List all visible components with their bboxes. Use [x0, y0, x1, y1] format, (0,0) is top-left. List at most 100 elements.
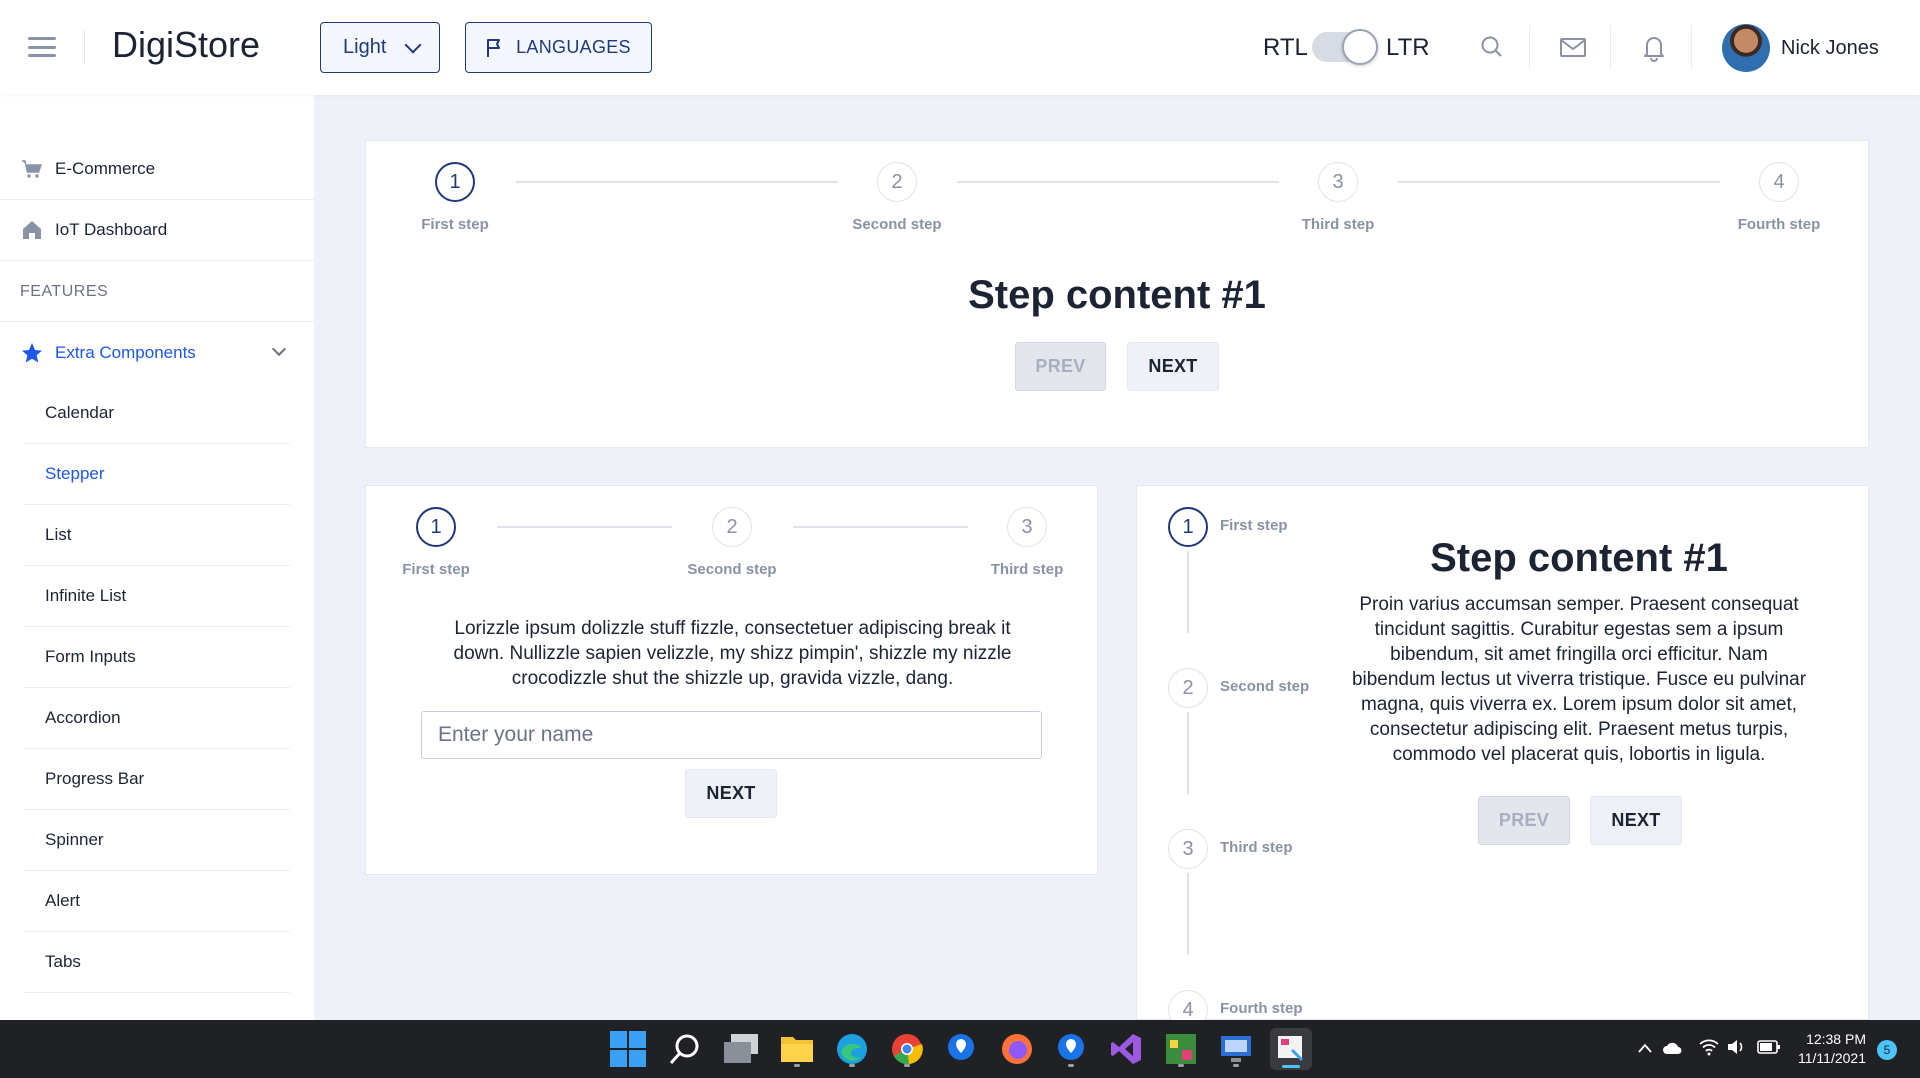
system-clock[interactable]: 12:38 PM 11/11/2021 [1780, 1030, 1866, 1068]
theme-select-value: Light [343, 36, 387, 58]
sidebar-subitem-infinite-list[interactable]: Infinite List [24, 566, 290, 627]
top-header: DigiStore Light LANGUAGES RTL LTR Nick J… [0, 0, 1920, 95]
step-3-label: Third step [1301, 216, 1375, 233]
sidebar-item-extra-components[interactable]: Extra Components [0, 322, 314, 383]
step-description: Lorizzle ipsum dolizzle stuff fizzle, co… [453, 618, 1012, 689]
step-3-circle[interactable]: 3 [1318, 162, 1358, 202]
remote-desktop-icon[interactable] [1215, 1028, 1257, 1070]
step-3-label: Third step [1220, 839, 1293, 856]
brand-divider [84, 30, 85, 64]
step-3-label: Third step [990, 561, 1064, 578]
maps-pin-icon[interactable] [1050, 1028, 1092, 1070]
file-explorer-icon[interactable] [776, 1028, 818, 1070]
sidebar-subitem-label: Progress Bar [45, 769, 145, 788]
chevron-down-icon [271, 341, 287, 357]
prev-button[interactable]: PREV [1478, 796, 1570, 845]
step-1-circle[interactable]: 1 [435, 162, 475, 202]
cart-icon [22, 160, 43, 178]
wifi-icon[interactable] [1699, 1038, 1719, 1056]
name-input[interactable] [421, 711, 1042, 759]
horizontal-stepper-card: 1 First step 2 Second step 3 Third step … [365, 140, 1869, 448]
sidebar-scrollbar[interactable] [314, 95, 320, 735]
step-2-circle[interactable]: 2 [877, 162, 917, 202]
sidebar-item-label: E-Commerce [55, 159, 156, 178]
step-content-title: Step content #1 [968, 273, 1266, 317]
search-icon[interactable] [664, 1028, 706, 1070]
languages-label: LANGUAGES [516, 37, 631, 57]
edge-icon[interactable] [831, 1028, 873, 1070]
taskbar [0, 1020, 1920, 1078]
sidebar-subitem-label: Spinner [45, 830, 104, 849]
sidebar-subitem-label: Infinite List [45, 586, 127, 605]
step-connector [516, 181, 838, 183]
task-view-icon[interactable] [720, 1028, 762, 1070]
step-connector [1187, 551, 1189, 633]
header-divider [1691, 25, 1692, 69]
languages-button[interactable]: LANGUAGES [465, 22, 652, 73]
maps-pin-icon[interactable] [940, 1028, 982, 1070]
next-button[interactable]: NEXT [1127, 342, 1219, 391]
flag-icon [487, 38, 501, 57]
next-button[interactable]: NEXT [685, 769, 777, 818]
user-name[interactable]: Nick Jones [1781, 37, 1879, 60]
sidebar-subitem-list[interactable]: List [24, 505, 290, 566]
sidebar-subitem-spinner[interactable]: Spinner [24, 810, 290, 871]
sidebar-item-label: Extra Components [55, 342, 196, 362]
chrome-icon[interactable] [886, 1028, 928, 1070]
search-icon[interactable] [1475, 30, 1509, 64]
clock-time: 12:38 PM [1806, 1031, 1866, 1047]
sidebar-section-label: FEATURES [20, 283, 109, 300]
next-button[interactable]: NEXT [1590, 796, 1682, 845]
vertical-stepper-card: 1 First step 2 Second step 3 Third step … [1136, 485, 1869, 1030]
step-1-circle[interactable]: 1 [416, 507, 456, 547]
direction-toggle[interactable] [1312, 29, 1378, 65]
step-2-circle[interactable]: 2 [1168, 668, 1208, 708]
step-connector [1398, 181, 1720, 183]
step-2-label: Second step [687, 561, 777, 578]
step-3-circle[interactable]: 3 [1007, 507, 1047, 547]
sidebar: E-Commerce IoT Dashboard FEATURES Extra … [0, 95, 314, 1020]
step-1-circle[interactable]: 1 [1168, 507, 1208, 547]
step-1-label: First step [402, 561, 470, 578]
sidebar-subitem-label: List [45, 525, 72, 544]
step-2-label: Second step [852, 216, 942, 233]
step-4-label: Fourth step [1737, 216, 1821, 233]
battery-icon[interactable] [1757, 1039, 1781, 1055]
sidebar-subitem-stepper[interactable]: Stepper [24, 444, 290, 505]
volume-icon[interactable] [1726, 1038, 1746, 1056]
visual-studio-icon[interactable] [1105, 1028, 1147, 1070]
bell-icon[interactable] [1637, 30, 1671, 64]
clock-date: 11/11/2021 [1798, 1050, 1866, 1066]
notification-badge[interactable]: 5 [1877, 1040, 1897, 1060]
sidebar-item-ecommerce[interactable]: E-Commerce [0, 139, 314, 200]
app-icon[interactable] [1160, 1028, 1202, 1070]
cloud-icon[interactable] [1662, 1040, 1684, 1056]
sidebar-subitem-tabs[interactable]: Tabs [24, 932, 290, 993]
prev-button[interactable]: PREV [1015, 342, 1106, 391]
snipping-tool-icon[interactable] [1270, 1028, 1312, 1070]
brand-logo[interactable]: DigiStore [112, 24, 260, 66]
menu-icon[interactable] [28, 37, 56, 57]
sidebar-subitem-label: Form Inputs [45, 647, 136, 666]
theme-select[interactable]: Light [320, 22, 440, 73]
step-content-title: Step content #1 [1430, 536, 1728, 580]
avatar[interactable] [1722, 24, 1770, 72]
mail-icon[interactable] [1556, 30, 1590, 64]
firefox-icon[interactable] [996, 1028, 1038, 1070]
sidebar-subitem-accordion[interactable]: Accordion [24, 688, 290, 749]
step-2-circle[interactable]: 2 [712, 507, 752, 547]
sidebar-subitem-form-inputs[interactable]: Form Inputs [24, 627, 290, 688]
sidebar-subitem-calendar[interactable]: Calendar [24, 383, 290, 444]
step-description: Proin varius accumsan semper. Praesent c… [1351, 594, 1807, 765]
sidebar-item-label: IoT Dashboard [55, 220, 168, 239]
sidebar-subitem-alert[interactable]: Alert [24, 871, 290, 932]
header-divider [1529, 25, 1530, 69]
windows-start-icon[interactable] [607, 1028, 649, 1070]
step-connector [957, 181, 1279, 183]
chevron-up-icon[interactable] [1637, 1042, 1653, 1054]
star-icon [22, 342, 42, 362]
step-4-circle[interactable]: 4 [1759, 162, 1799, 202]
step-3-circle[interactable]: 3 [1168, 829, 1208, 869]
sidebar-item-iot-dashboard[interactable]: IoT Dashboard [0, 200, 314, 261]
sidebar-subitem-progress-bar[interactable]: Progress Bar [24, 749, 290, 810]
